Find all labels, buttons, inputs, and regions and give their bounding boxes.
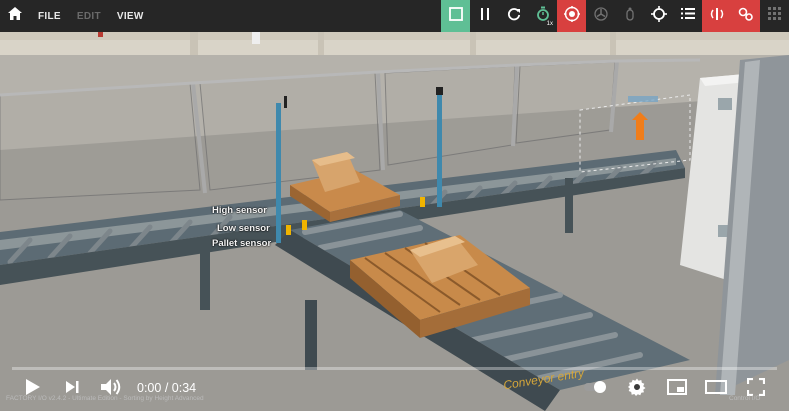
crosshair-icon xyxy=(650,5,667,27)
drivers-button[interactable] xyxy=(731,0,760,32)
low-sensor-label: Low sensor xyxy=(217,223,270,234)
theater-icon xyxy=(705,379,727,399)
menu-edit[interactable]: EDIT xyxy=(77,11,101,22)
time-separator: / xyxy=(164,381,169,395)
time-display: 0:00 / 0:34 xyxy=(137,381,196,395)
autoplay-toggle[interactable] xyxy=(583,380,609,398)
high-sensor-label: High sensor xyxy=(212,205,267,216)
sensor-signal-icon xyxy=(709,7,725,26)
player-controls: 0:00 / 0:34 xyxy=(0,372,789,411)
app-title-status: FACTORY I/O v2.4.2 - Ultimate Edition - … xyxy=(6,395,204,402)
pallet-sensor-label: Pallet sensor xyxy=(212,238,272,249)
hand-icon xyxy=(625,7,635,26)
list-icon xyxy=(680,7,695,25)
pause-icon xyxy=(479,7,491,26)
toggle-icon xyxy=(583,380,609,399)
fan-icon xyxy=(593,6,608,26)
settings-button[interactable] xyxy=(626,378,648,400)
gear-icon xyxy=(628,378,646,401)
pause-button[interactable] xyxy=(470,0,499,32)
sensor-view-button[interactable] xyxy=(702,0,731,32)
camera-record-button[interactable] xyxy=(557,0,586,32)
speed-button[interactable]: 1x xyxy=(528,0,557,32)
app-toolbar: FILE EDIT VIEW 1x xyxy=(0,0,789,32)
current-time: 0:00 xyxy=(137,381,162,395)
grid-icon xyxy=(767,6,782,26)
stop-icon xyxy=(448,6,463,26)
home-button[interactable] xyxy=(0,0,30,32)
theater-mode-button[interactable] xyxy=(704,379,728,399)
target-button[interactable] xyxy=(644,0,673,32)
fly-camera-button[interactable] xyxy=(586,0,615,32)
video-progress-bar[interactable] xyxy=(12,367,777,370)
factory-scene xyxy=(0,30,789,411)
reset-icon xyxy=(507,7,521,26)
edit-mode-button[interactable] xyxy=(441,0,470,32)
video-player[interactable]: FILE EDIT VIEW 1x High sensor Low sensor… xyxy=(0,0,789,411)
menu-view[interactable]: VIEW xyxy=(117,11,144,22)
control-io-status: Control I/O xyxy=(729,395,761,402)
list-button[interactable] xyxy=(673,0,702,32)
speed-value: 1x xyxy=(546,21,553,27)
home-icon xyxy=(8,7,22,25)
reset-button[interactable] xyxy=(499,0,528,32)
miniplayer-button[interactable] xyxy=(666,378,688,400)
drivers-icon xyxy=(738,6,754,27)
duration: 0:34 xyxy=(171,381,197,395)
miniplayer-icon xyxy=(667,378,687,400)
menu-file[interactable]: FILE xyxy=(38,11,61,22)
grid-button[interactable] xyxy=(760,0,789,32)
record-icon xyxy=(563,5,580,27)
first-person-button[interactable] xyxy=(615,0,644,32)
